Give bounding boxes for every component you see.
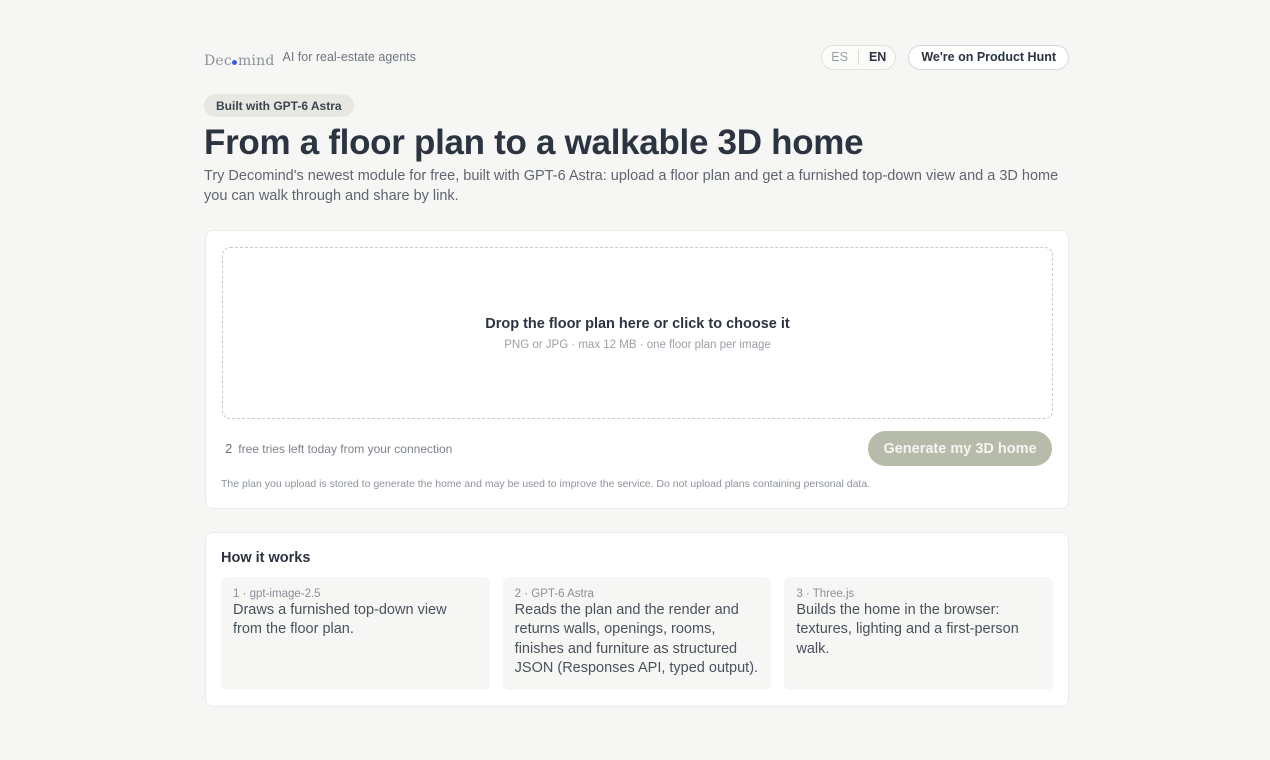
page: Dec mind AI for real-estate agents ES EN … [0,0,1270,760]
free-tries-info: 2 free tries left today from your connec… [225,441,452,456]
dropzone-title: Drop the floor plan here or click to cho… [485,315,790,332]
step-card: 3 · Three.js Builds the home in the brow… [784,577,1054,690]
step-text: Reads the plan and the render and return… [514,602,759,676]
free-tries-text: free tries left today from your connecti… [238,441,453,456]
generate-button[interactable]: Generate my 3D home [868,431,1052,466]
language-en[interactable]: EN [868,50,887,64]
header: Dec mind AI for real-estate agents ES EN … [204,43,1069,71]
language-divider [857,49,859,65]
page-subtitle: Try Decomind's newest module for free, b… [204,168,1059,204]
step-label: 3 · Three.js [796,588,855,600]
logo-text-right: mind [237,53,275,69]
logo[interactable]: Dec mind [204,53,275,69]
upload-disclaimer: The plan you upload is stored to generat… [221,478,871,490]
step-card: 1 · gpt-image-2.5 Draws a furnished top-… [221,577,490,690]
built-with-badge: Built with GPT-6 Astra [204,94,354,117]
language-es[interactable]: ES [830,50,849,64]
brand: Dec mind AI for real-estate agents [204,45,416,69]
floor-plan-dropzone[interactable]: Drop the floor plan here or click to cho… [222,247,1053,419]
step-text: Builds the home in the browser: textures… [796,602,1019,657]
how-it-works-card: How it works 1 · gpt-image-2.5 Draws a f… [205,532,1069,707]
logo-dot-icon [232,59,238,65]
language-toggle: ES EN [821,44,897,70]
free-tries-count: 2 [225,441,233,456]
step-text: Draws a furnished top-down view from the… [233,602,447,638]
how-it-works-title: How it works [221,550,311,566]
step-label: 2 · GPT-6 Astra [514,588,594,600]
steps-list: 1 · gpt-image-2.5 Draws a furnished top-… [221,577,1054,690]
step-card: 2 · GPT-6 Astra Reads the plan and the r… [502,577,772,690]
product-hunt-button[interactable]: We're on Product Hunt [908,44,1069,70]
step-label: 1 · gpt-image-2.5 [233,588,321,600]
page-title: From a floor plan to a walkable 3D home [204,123,864,162]
logo-text-left: Dec [204,53,232,69]
tagline: AI for real-estate agents [282,50,416,64]
header-actions: ES EN We're on Product Hunt [821,44,1069,70]
upload-card: Drop the floor plan here or click to cho… [205,230,1069,509]
dropzone-hint: PNG or JPG · max 12 MB · one floor plan … [504,338,771,351]
